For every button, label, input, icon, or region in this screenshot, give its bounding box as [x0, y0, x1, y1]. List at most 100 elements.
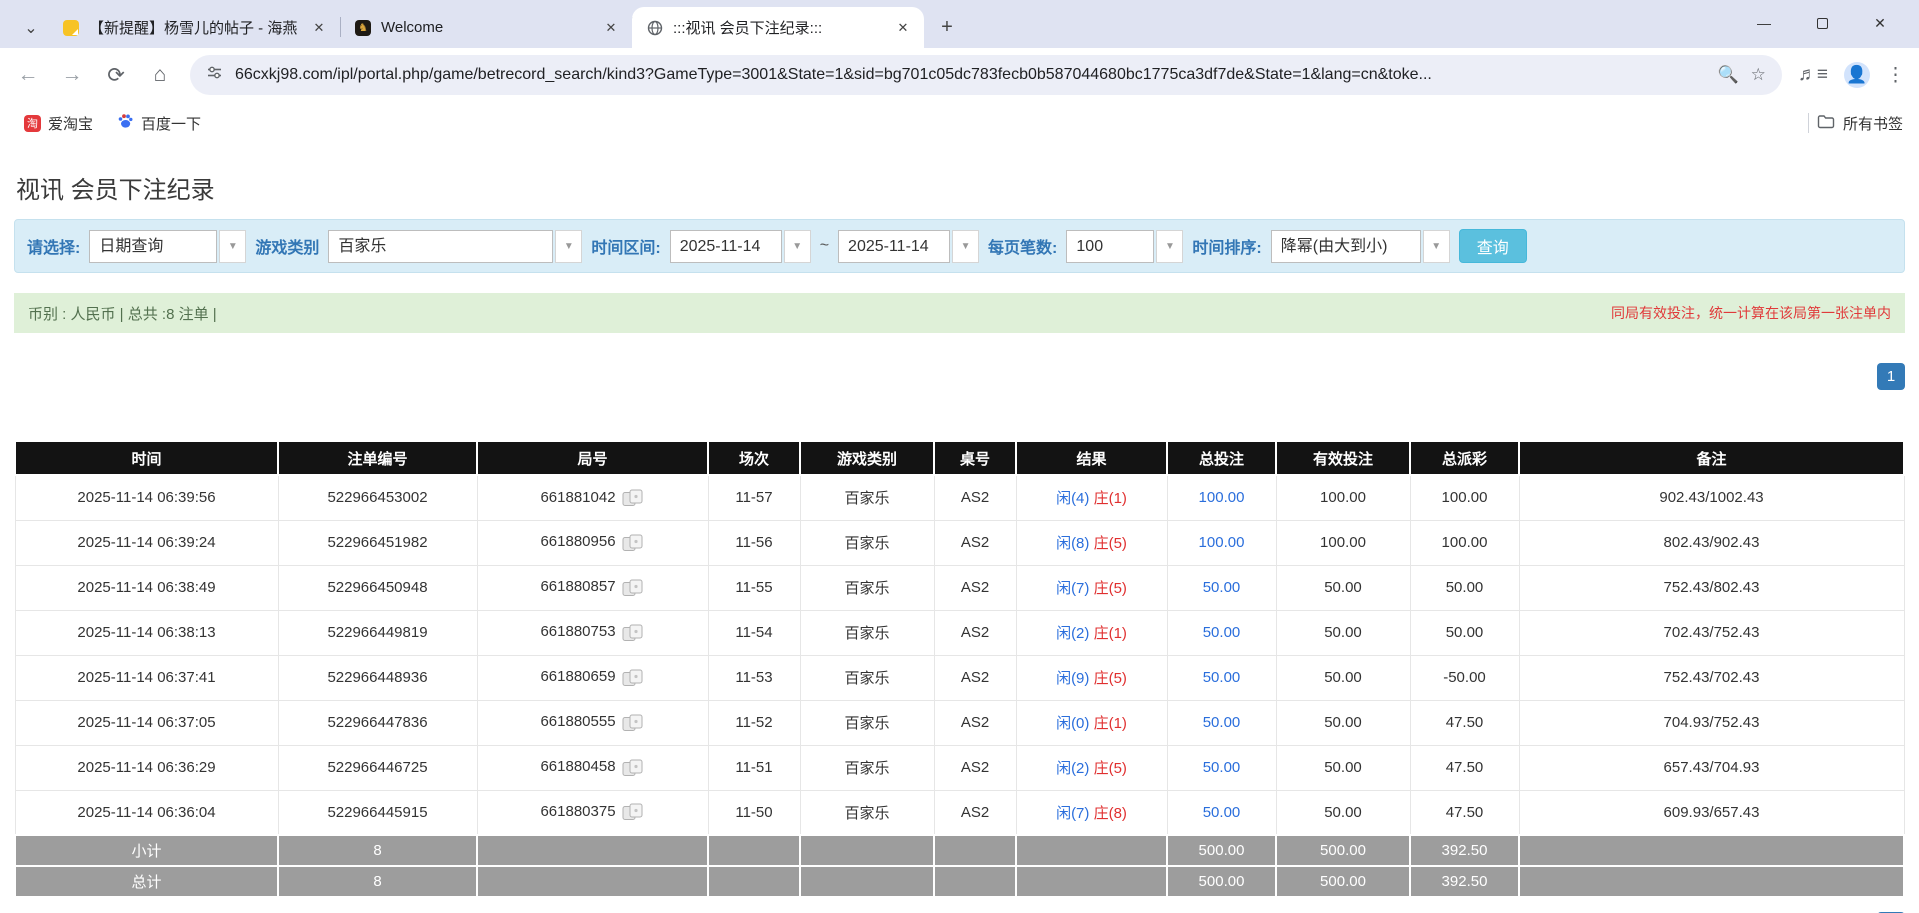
cards-icon[interactable]: [622, 534, 645, 552]
cards-icon[interactable]: [622, 624, 645, 642]
result-player: 闲(0): [1056, 715, 1090, 732]
total-bet-link[interactable]: 50.00: [1203, 804, 1241, 821]
back-arrow-icon[interactable]: ←: [14, 63, 42, 87]
chevron-down-icon[interactable]: ▼: [952, 229, 980, 263]
date-from-value[interactable]: 2025-11-14: [669, 229, 782, 263]
minimize-button[interactable]: —: [1735, 8, 1793, 38]
page-size-select[interactable]: 100 ▼: [1066, 229, 1184, 263]
chevron-down-icon[interactable]: ▼: [555, 229, 583, 263]
maximize-button[interactable]: [1793, 8, 1851, 38]
chevron-down-icon[interactable]: ▼: [783, 229, 811, 263]
bookmark-baidu[interactable]: 百度一下: [109, 109, 209, 138]
query-type-value[interactable]: 日期查询: [89, 229, 218, 263]
close-icon[interactable]: ✕: [892, 17, 914, 39]
new-tab-button[interactable]: +: [932, 12, 962, 42]
total-bet-link[interactable]: 50.00: [1203, 714, 1241, 731]
cards-icon[interactable]: [622, 669, 645, 687]
column-header: 备注: [1518, 442, 1905, 476]
column-header: 桌号: [933, 442, 1017, 476]
footer-valid-bet: 500.00: [1275, 865, 1411, 898]
footer-payout: 392.50: [1409, 834, 1520, 867]
column-header: 总投注: [1166, 442, 1277, 476]
total-bet-link[interactable]: 50.00: [1203, 759, 1241, 776]
chevron-down-icon[interactable]: ▼: [219, 229, 247, 263]
total-bet-link[interactable]: 50.00: [1203, 669, 1241, 686]
reload-icon[interactable]: ⟳: [102, 63, 130, 88]
cell-result: 闲(2) 庄(5): [1015, 744, 1168, 791]
currency-summary: 币别 : 人民币 | 总共 :8 注单 |: [28, 305, 217, 323]
cards-icon[interactable]: [622, 714, 645, 732]
tab-bet-records[interactable]: :::视讯 会员下注纪录::: ✕: [632, 7, 924, 48]
tab-welcome[interactable]: ♞ Welcome ✕: [340, 7, 633, 48]
cards-icon[interactable]: [622, 489, 645, 507]
cell-remark: 704.93/752.43: [1518, 699, 1905, 746]
cell-time: 2025-11-14 06:38:49: [14, 564, 279, 611]
forward-arrow-icon[interactable]: →: [58, 63, 86, 87]
column-header: 总派彩: [1409, 442, 1520, 476]
cell-table-no: AS2: [933, 474, 1017, 521]
result-player: 闲(2): [1056, 625, 1090, 642]
query-button[interactable]: 查询: [1458, 229, 1527, 263]
site-settings-icon[interactable]: [206, 64, 223, 86]
sort-select[interactable]: 降幂(由大到小) ▼: [1270, 229, 1450, 263]
query-type-select[interactable]: 日期查询 ▼: [89, 229, 247, 263]
address-bar[interactable]: 66cxkj98.com/ipl/portal.php/game/betreco…: [190, 55, 1782, 95]
cards-icon[interactable]: [622, 579, 645, 597]
all-bookmarks[interactable]: 所有书签: [1807, 113, 1903, 134]
footer-result: [1015, 865, 1168, 898]
cell-game-type: 百家乐: [799, 519, 935, 566]
choose-label: 请选择:: [27, 240, 81, 257]
status-bar: 币别 : 人民币 | 总共 :8 注单 | 同局有效投注，统一计算在该局第一张注…: [14, 293, 1905, 333]
media-playlist-icon[interactable]: ♬≡: [1798, 64, 1828, 86]
chevron-down-icon[interactable]: ▼: [1156, 229, 1184, 263]
cell-total-bet: 50.00: [1166, 609, 1277, 656]
total-bet-link[interactable]: 100.00: [1199, 489, 1245, 506]
total-bet-link[interactable]: 100.00: [1199, 534, 1245, 551]
star-icon[interactable]: ☆: [1751, 65, 1766, 85]
cell-time: 2025-11-14 06:39:24: [14, 519, 279, 566]
close-icon[interactable]: ✕: [600, 17, 622, 39]
folder-icon: [1817, 114, 1835, 133]
cell-total-bet: 50.00: [1166, 789, 1277, 836]
cell-game-type: 百家乐: [799, 699, 935, 746]
footer-result: [1015, 834, 1168, 867]
page-1-button[interactable]: 1: [1877, 363, 1905, 390]
total-row: 总计 8 500.00 500.00 392.50: [14, 865, 1905, 898]
cell-valid-bet: 50.00: [1275, 789, 1411, 836]
close-window-button[interactable]: ✕: [1851, 8, 1909, 38]
chevron-down-icon[interactable]: ⌄: [14, 8, 48, 48]
date-to-value[interactable]: 2025-11-14: [838, 229, 951, 263]
divider: [1807, 113, 1809, 133]
page-size-value[interactable]: 100: [1066, 229, 1155, 263]
home-icon[interactable]: ⌂: [146, 63, 174, 87]
cell-session: 11-54: [707, 609, 801, 656]
url-text[interactable]: 66cxkj98.com/ipl/portal.php/game/betreco…: [235, 66, 1705, 84]
magnifier-icon[interactable]: 🔍: [1717, 65, 1738, 85]
cards-icon[interactable]: [622, 803, 645, 821]
three-dot-menu-icon[interactable]: ⋮: [1886, 64, 1905, 87]
page-title: 视讯 会员下注纪录: [16, 177, 215, 204]
bookmark-aitaobao[interactable]: 淘 爱淘宝: [16, 109, 101, 138]
total-bet-link[interactable]: 50.00: [1203, 624, 1241, 641]
sort-value[interactable]: 降幂(由大到小): [1270, 229, 1421, 263]
cell-bet-id: 522966450948: [277, 564, 478, 611]
date-from-picker[interactable]: 2025-11-14 ▼: [669, 229, 811, 263]
cell-valid-bet: 100.00: [1275, 519, 1411, 566]
tab-forum[interactable]: 【新提醒】杨雪儿的帖子 - 海燕 ✕: [48, 7, 341, 48]
result-banker: 庄(5): [1093, 760, 1127, 777]
result-banker: 庄(1): [1093, 490, 1127, 508]
date-to-picker[interactable]: 2025-11-14 ▼: [838, 229, 980, 263]
person-icon[interactable]: 👤: [1844, 62, 1870, 88]
total-bet-link[interactable]: 50.00: [1203, 579, 1241, 596]
cell-time: 2025-11-14 06:38:13: [14, 609, 279, 656]
cell-table-no: AS2: [933, 564, 1017, 611]
game-type-value[interactable]: 百家乐: [328, 229, 554, 263]
cell-result: 闲(9) 庄(5): [1015, 654, 1168, 701]
table-row: 2025-11-14 06:39:56 522966453002 661881042…: [14, 474, 1905, 521]
game-type-select[interactable]: 百家乐 ▼: [328, 229, 583, 263]
chevron-down-icon[interactable]: ▼: [1422, 229, 1450, 263]
table-row: 2025-11-14 06:39:24 522966451982 661880956…: [14, 519, 1905, 566]
cell-valid-bet: 100.00: [1275, 474, 1411, 521]
cards-icon[interactable]: [622, 759, 645, 777]
close-icon[interactable]: ✕: [308, 17, 330, 39]
